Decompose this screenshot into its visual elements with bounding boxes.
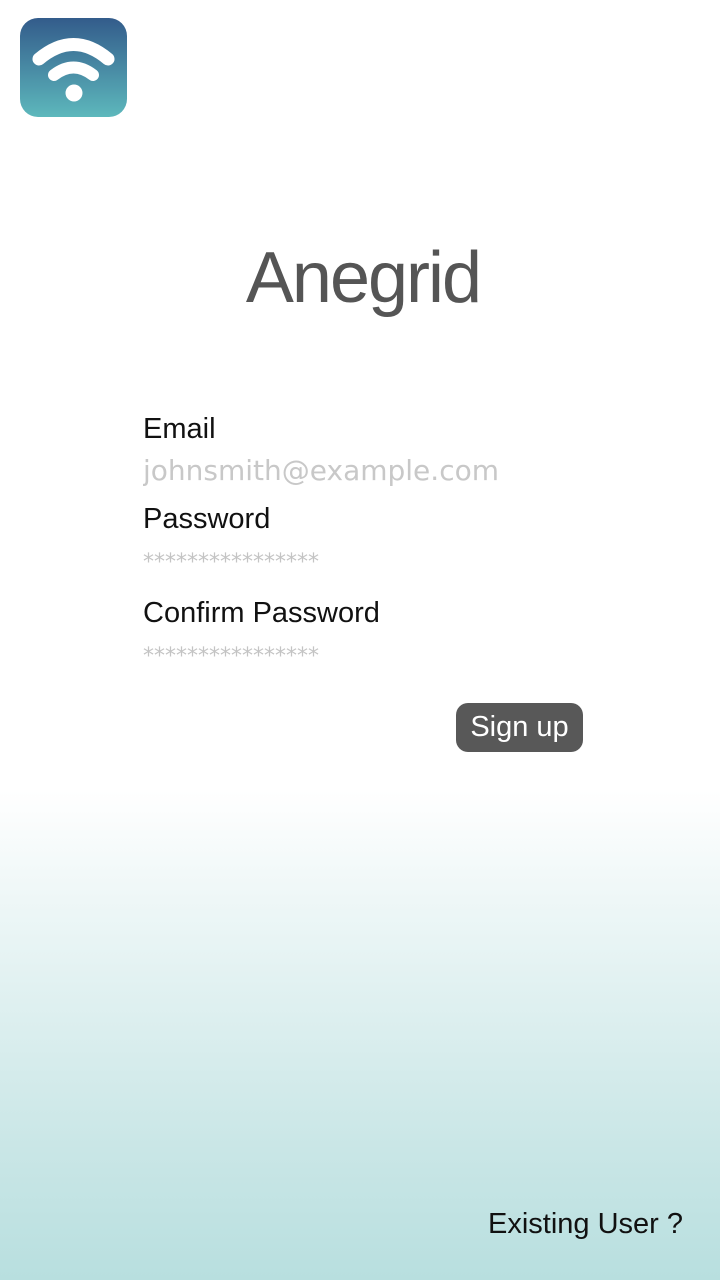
- wifi-icon: [32, 38, 115, 102]
- app-logo: [20, 18, 127, 117]
- email-field[interactable]: [143, 448, 563, 492]
- signup-form: Email Password Confirm Password: [143, 410, 583, 680]
- confirm-password-field[interactable]: [143, 632, 563, 680]
- password-label: Password: [143, 503, 271, 535]
- password-field[interactable]: [143, 538, 563, 586]
- email-label: Email: [143, 413, 216, 445]
- signup-button[interactable]: Sign up: [456, 703, 583, 752]
- app-title: Anegrid: [245, 238, 482, 318]
- existing-user-link[interactable]: Existing User ?: [488, 1204, 683, 1244]
- confirm-password-label: Confirm Password: [143, 597, 380, 629]
